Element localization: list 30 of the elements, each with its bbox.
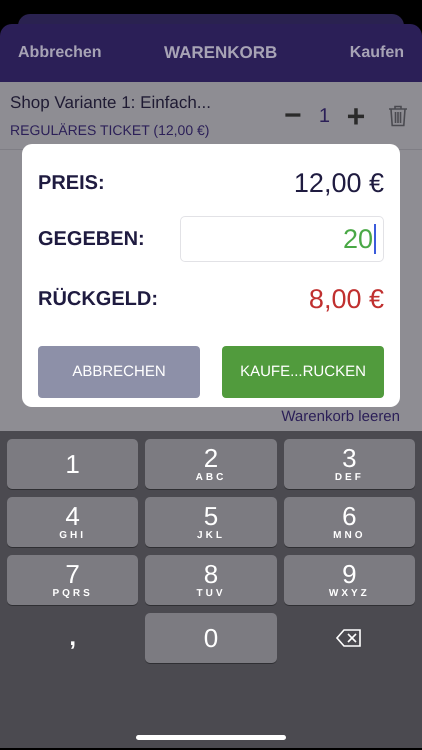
keypad-key[interactable]: 6 MNO [284, 497, 415, 547]
clear-cart-link[interactable]: Warenkorb leeren [281, 408, 400, 426]
decrement-button[interactable]: − [278, 100, 307, 130]
screen-title: WARENKORB [164, 42, 278, 64]
given-label: GEGEBEN: [38, 227, 145, 252]
keypad-key[interactable]: 7 PQRS [7, 555, 138, 605]
keypad-key[interactable]: 2 ABC [145, 439, 277, 489]
keypad-key[interactable]: 4 GHI [7, 497, 138, 547]
given-input-field[interactable]: 20 [180, 216, 384, 262]
keypad-key[interactable]: 1 [7, 439, 138, 489]
change-label: RÜCKGELD: [38, 286, 158, 312]
cancel-link[interactable]: Abbrechen [18, 41, 102, 65]
product-name: Shop Variante 1: Einfach... [10, 92, 212, 114]
quantity: 1 [318, 104, 330, 128]
keypad-key[interactable]: 5 JKL [145, 497, 277, 547]
buy-link[interactable]: Kaufen [350, 41, 404, 65]
backspace-icon[interactable] [336, 629, 362, 647]
confirm-button[interactable]: KAUFE...RUCKEN [222, 346, 384, 398]
keypad-key[interactable]: 0 [145, 613, 277, 663]
keypad-key[interactable]: 8 TUV [145, 555, 277, 605]
ticket-type: REGULÄRES TICKET (12,00 €) [10, 120, 210, 140]
price-label: PREIS: [38, 171, 105, 196]
increment-button[interactable]: + [342, 100, 370, 132]
cancel-button[interactable]: ABBRECHEN [38, 346, 200, 398]
change-value: 8,00 € [308, 282, 384, 316]
comma-key[interactable]: , [7, 613, 138, 663]
keypad-key[interactable]: 9 WXYZ [284, 555, 415, 605]
keypad-key[interactable]: 3 DEF [284, 439, 415, 489]
trash-icon[interactable] [388, 104, 408, 126]
price-value: 12,00 € [294, 166, 384, 200]
